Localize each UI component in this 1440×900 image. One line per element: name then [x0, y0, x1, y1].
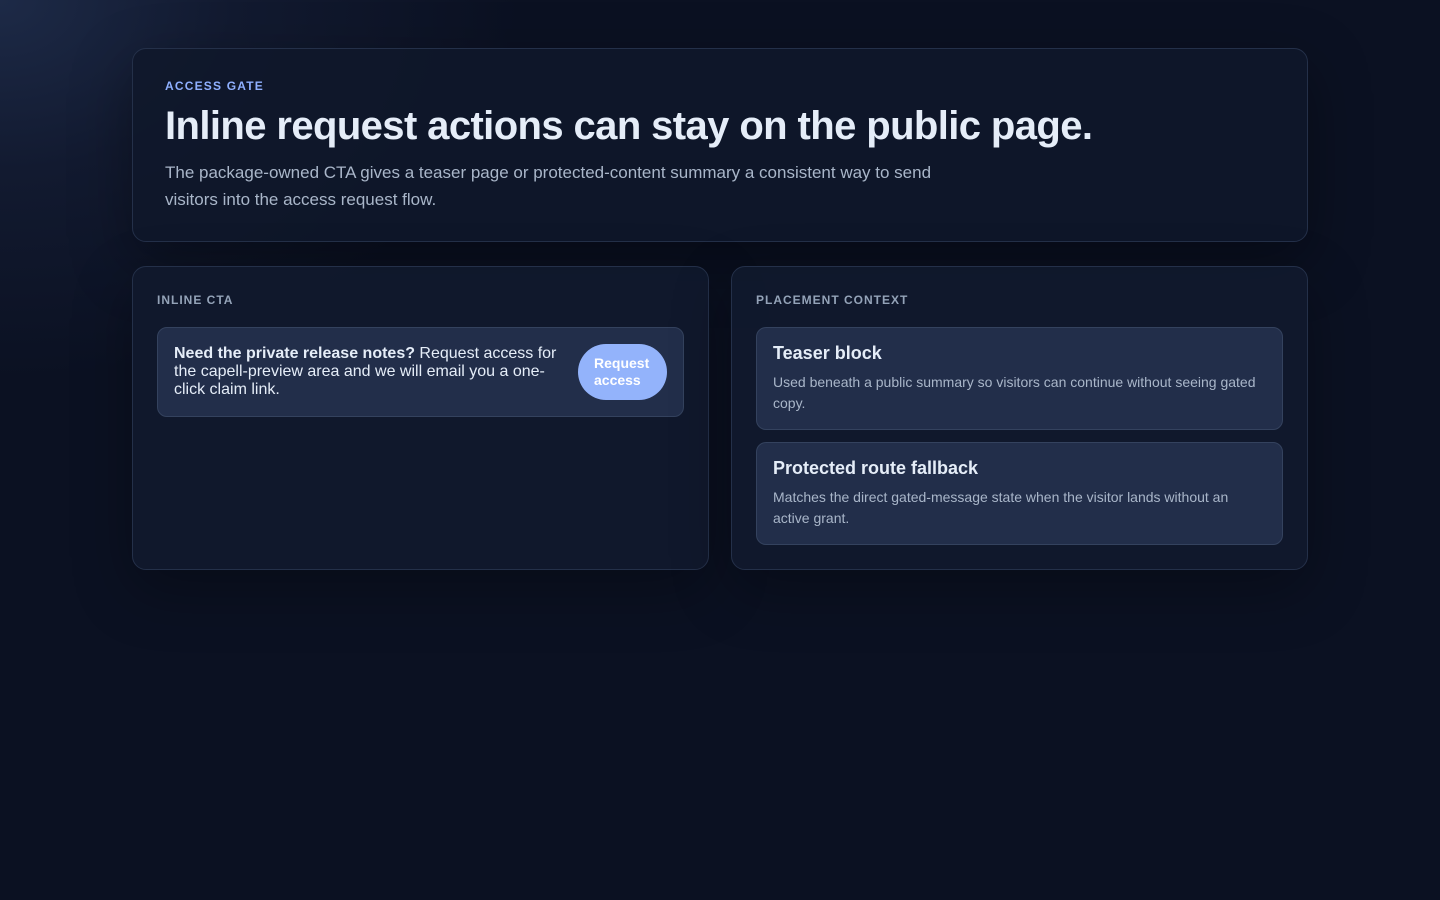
card-title: Protected route fallback: [773, 458, 979, 478]
request-access-button[interactable]: Request access: [578, 344, 667, 400]
cta-message: Need the private release notes? Request …: [174, 345, 569, 399]
teaser-block-card: Teaser block Used beneath a public summa…: [756, 327, 1283, 430]
cta-lead: Need the private release notes?: [174, 345, 415, 362]
page-title: Inline request actions can stay on the p…: [165, 104, 1093, 148]
placement-context-panel: PLACEMENT CONTEXT Teaser block Used bene…: [731, 266, 1308, 570]
inline-cta-box: Need the private release notes? Request …: [157, 327, 684, 417]
hero-description: The package-owned CTA gives a teaser pag…: [165, 163, 932, 209]
content-grid: INLINE CTA Need the private release note…: [132, 266, 1308, 570]
hero-panel: ACCESS GATE Inline request actions can s…: [132, 48, 1308, 242]
placement-context-label: PLACEMENT CONTEXT: [756, 293, 909, 307]
card-description: Used beneath a public summary so visitor…: [773, 374, 1256, 411]
protected-route-fallback-card: Protected route fallback Matches the dir…: [756, 442, 1283, 545]
hero-eyebrow: ACCESS GATE: [165, 79, 264, 93]
card-title: Teaser block: [773, 343, 882, 363]
page: ACCESS GATE Inline request actions can s…: [132, 48, 1308, 570]
inline-cta-label: INLINE CTA: [157, 293, 234, 307]
card-description: Matches the direct gated-message state w…: [773, 489, 1229, 526]
inline-cta-panel: INLINE CTA Need the private release note…: [132, 266, 709, 570]
